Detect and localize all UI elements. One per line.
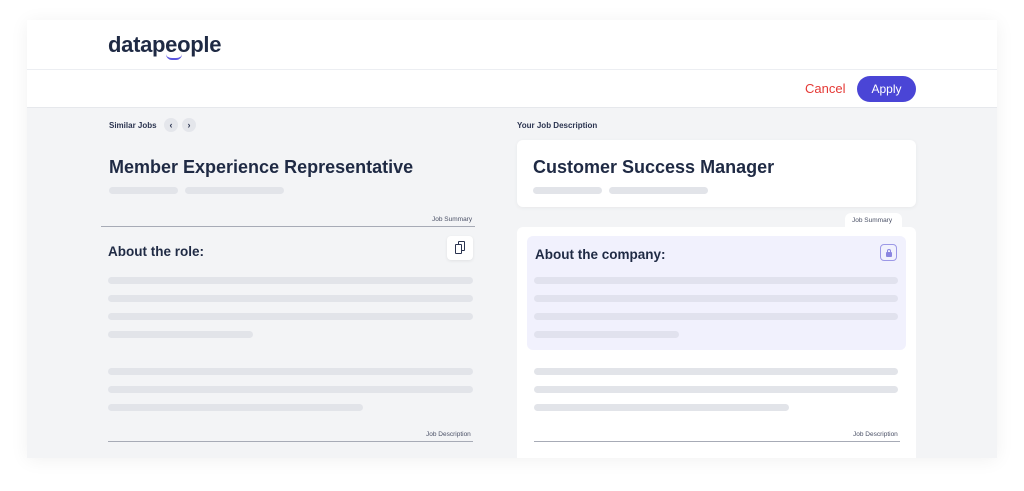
- app-header: datapeople: [27, 20, 997, 70]
- placeholder-bar: [185, 187, 284, 194]
- placeholder-bar: [108, 313, 473, 320]
- placeholder-bar: [108, 386, 473, 393]
- tab-job-summary-label: Job Summary: [852, 217, 893, 224]
- copy-button[interactable]: [447, 236, 473, 260]
- left-job-summary-label: Job Summary: [432, 216, 473, 223]
- placeholder-bar: [533, 187, 602, 194]
- chevron-right-icon: ›: [187, 120, 191, 130]
- right-job-description-label: Job Description: [853, 431, 898, 438]
- placeholder-bar: [108, 295, 473, 302]
- left-summary-divider: [101, 226, 475, 227]
- copy-icon-front: [455, 244, 462, 254]
- lock-button[interactable]: [880, 244, 897, 261]
- prev-job-button[interactable]: ‹: [164, 118, 178, 132]
- about-company-heading: About the company:: [535, 247, 666, 262]
- placeholder-bar: [109, 187, 178, 194]
- next-job-button[interactable]: ›: [182, 118, 196, 132]
- placeholder-bar: [534, 404, 789, 411]
- placeholder-bar: [534, 331, 679, 338]
- placeholder-bar: [534, 313, 898, 320]
- tab-job-summary[interactable]: Job Summary: [845, 213, 902, 229]
- right-description-divider: [534, 441, 900, 442]
- chevron-left-icon: ‹: [169, 120, 173, 130]
- your-job-title: Customer Success Manager: [533, 157, 775, 177]
- app-window: datapeople Cancel Apply Similar Jobs ‹ ›…: [27, 20, 997, 458]
- placeholder-bar: [108, 331, 253, 338]
- your-job-description-label: Your Job Description: [517, 121, 598, 130]
- about-role-heading: About the role:: [108, 244, 204, 259]
- cancel-button[interactable]: Cancel: [805, 81, 845, 96]
- similar-jobs-label: Similar Jobs: [109, 121, 157, 130]
- placeholder-bar: [108, 404, 363, 411]
- placeholder-bar: [534, 386, 898, 393]
- placeholder-bar: [108, 277, 473, 284]
- placeholder-bar: [108, 368, 473, 375]
- apply-button[interactable]: Apply: [857, 76, 916, 102]
- logo-smile-icon: [166, 54, 182, 60]
- left-job-description-label: Job Description: [426, 431, 471, 438]
- placeholder-bar: [534, 295, 898, 302]
- lock-icon-body: [885, 252, 892, 257]
- similar-job-title: Member Experience Representative: [109, 157, 414, 177]
- placeholder-bar: [534, 277, 898, 284]
- placeholder-bar: [609, 187, 708, 194]
- job-title-card: Customer Success Manager: [517, 140, 916, 207]
- action-toolbar: Cancel Apply: [27, 70, 997, 108]
- placeholder-bar: [534, 368, 898, 375]
- left-description-divider: [108, 441, 473, 442]
- logo: datapeople: [108, 32, 222, 57]
